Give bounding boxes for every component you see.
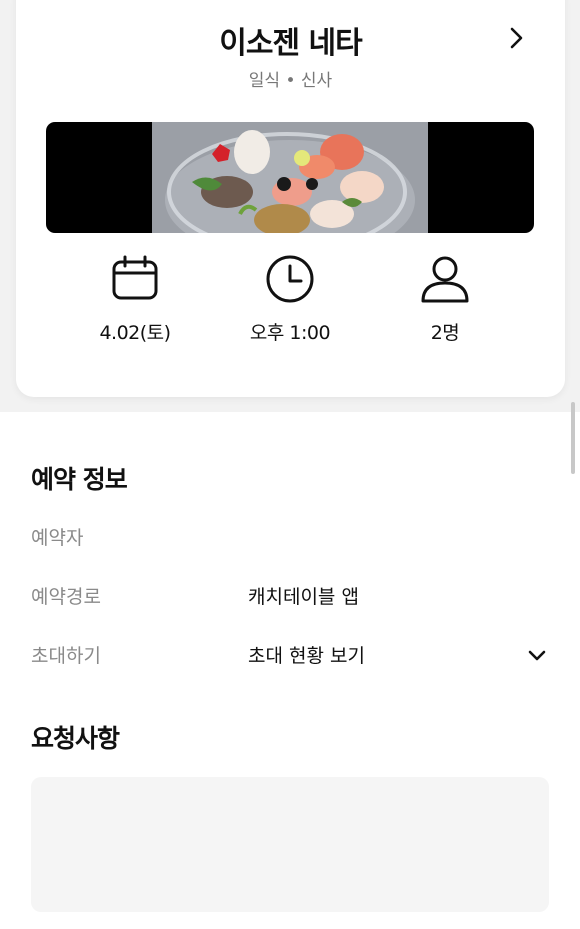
reservation-info-title: 예약 정보 (31, 465, 128, 494)
reservation-time: 오후 1:00 (210, 252, 370, 352)
clock-icon (266, 255, 314, 303)
restaurant-category-location: 일식 • 신사 (248, 71, 333, 91)
invite-label: 초대하기 (31, 645, 101, 667)
time-text: 오후 1:00 (249, 322, 331, 344)
booking-channel-value: 캐치테이블 앱 (248, 586, 359, 608)
chevron-down-icon[interactable] (526, 644, 548, 666)
party-size-text: 2명 (430, 322, 460, 344)
invite-status-link[interactable]: 초대 현황 보기 (248, 641, 365, 668)
scrollbar[interactable] (571, 402, 575, 474)
chevron-right-icon[interactable] (502, 24, 530, 52)
restaurant-name[interactable]: 이소젠 네타 (16, 18, 565, 62)
person-icon (421, 256, 469, 303)
reservation-date: 4.02(토) (55, 252, 215, 352)
booking-channel-label: 예약경로 (31, 586, 101, 608)
date-text: 4.02(토) (99, 322, 171, 344)
booker-label: 예약자 (31, 527, 84, 549)
sashimi-photo (152, 122, 428, 233)
request-input[interactable] (31, 777, 549, 912)
reservation-party-size: 2명 (365, 252, 525, 352)
restaurant-image (46, 122, 534, 233)
restaurant-card: 이소젠 네타 일식 • 신사 4.02(토) 오후 1:00 2명 (16, 0, 565, 397)
calendar-icon (112, 255, 158, 300)
requests-title: 요청사항 (31, 724, 120, 753)
